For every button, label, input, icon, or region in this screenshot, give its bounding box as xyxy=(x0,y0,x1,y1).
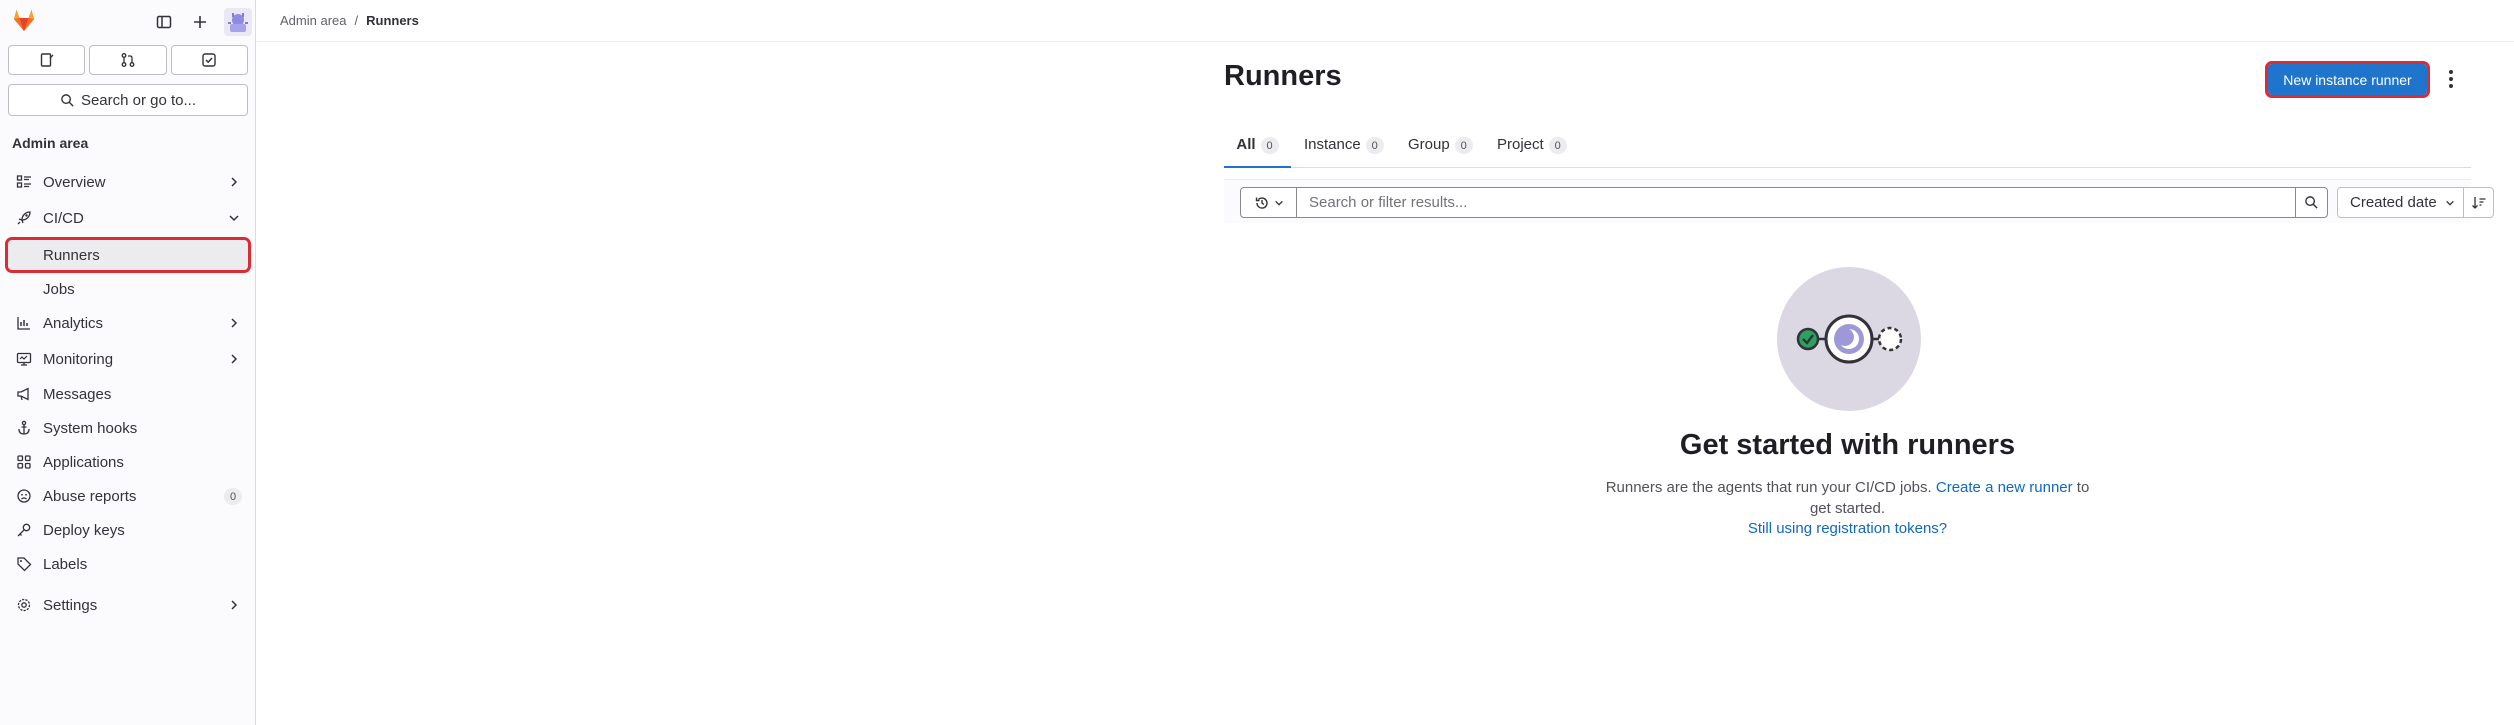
rocket-icon xyxy=(14,210,34,226)
sidebar-item-monitoring[interactable]: Monitoring xyxy=(8,344,248,374)
abuse-reports-count-badge: 0 xyxy=(224,488,242,505)
sidebar-item-label: Messages xyxy=(43,385,112,403)
search-history-button[interactable] xyxy=(1240,187,1297,218)
sidebar-item-analytics[interactable]: Analytics xyxy=(8,308,248,338)
chevron-right-icon xyxy=(228,598,240,615)
tab-label: All xyxy=(1236,136,1256,153)
sidebar-item-system-hooks[interactable]: System hooks xyxy=(8,413,248,443)
sidebar-item-overview[interactable]: Overview xyxy=(8,167,248,197)
empty-state-description: Runners are the agents that run your CI/… xyxy=(1597,477,2098,519)
sidebar-item-label: Jobs xyxy=(43,280,75,298)
sidebar-section-title: Admin area xyxy=(12,135,89,151)
chevron-down-icon xyxy=(228,211,240,228)
sidebar-toggle-icon[interactable] xyxy=(152,10,176,34)
tab-project[interactable]: Project 0 xyxy=(1497,132,1567,168)
issues-icon xyxy=(40,53,54,67)
runners-illustration xyxy=(1777,267,1921,411)
sidebar-item-label: Deploy keys xyxy=(43,521,125,539)
merge-request-icon xyxy=(121,53,135,67)
plus-icon[interactable] xyxy=(188,10,212,34)
tab-label: Project xyxy=(1497,136,1544,153)
avatar[interactable] xyxy=(224,8,252,36)
search-icon xyxy=(2305,196,2318,209)
filter-search-input[interactable]: Search or filter results... xyxy=(1296,187,2296,218)
tab-count: 0 xyxy=(1365,137,1384,154)
gear-icon xyxy=(14,597,34,613)
chevron-right-icon xyxy=(228,352,240,369)
todos-button[interactable] xyxy=(170,45,248,75)
tab-instance[interactable]: Instance 0 xyxy=(1304,132,1384,168)
sidebar-item-deploy-keys[interactable]: Deploy keys xyxy=(8,515,248,545)
sidebar-item-label: Runners xyxy=(43,246,100,264)
issues-button[interactable] xyxy=(8,45,86,75)
empty-state-text-before: Runners are the agents that run your CI/… xyxy=(1605,479,1932,496)
sidebar-header xyxy=(0,0,256,40)
tab-label: Instance xyxy=(1304,136,1361,153)
create-new-runner-link[interactable]: Create a new runner xyxy=(1936,479,2073,496)
sidebar-item-settings[interactable]: Settings xyxy=(8,590,248,620)
sort-select[interactable]: Created date xyxy=(2337,187,2464,218)
tab-count: 0 xyxy=(1260,137,1279,154)
gitlab-logo-icon[interactable] xyxy=(10,6,38,34)
sidebar-item-label: CI/CD xyxy=(43,209,84,227)
sidebar-item-cicd[interactable]: CI/CD xyxy=(8,203,248,233)
chevron-down-icon xyxy=(2445,200,2454,206)
sidebar-item-label: Labels xyxy=(43,555,88,573)
breadcrumb: Admin area / Runners xyxy=(280,13,419,28)
chevron-down-icon xyxy=(1274,200,1283,206)
sidebar-item-label: Overview xyxy=(43,173,106,191)
sort-direction-icon xyxy=(2471,196,2485,209)
sidebar-item-label: System hooks xyxy=(43,419,138,437)
bullhorn-icon xyxy=(14,386,34,402)
sidebar-item-messages[interactable]: Messages xyxy=(8,379,248,409)
sidebar-item-jobs[interactable]: Jobs xyxy=(8,274,248,304)
todo-check-icon xyxy=(202,53,217,67)
chevron-right-icon xyxy=(228,175,240,192)
merge-requests-button[interactable] xyxy=(89,45,167,75)
breadcrumb-separator: / xyxy=(354,13,359,28)
filter-search-button[interactable] xyxy=(2295,187,2328,218)
sidebar-item-runners[interactable]: Runners xyxy=(5,237,251,273)
abuse-icon xyxy=(14,488,34,504)
breadcrumb-admin-area[interactable]: Admin area xyxy=(280,13,346,28)
tab-label: Group xyxy=(1408,136,1450,153)
new-instance-runner-button[interactable]: New instance runner xyxy=(2265,61,2430,98)
topbar: Admin area / Runners xyxy=(257,0,2514,42)
registration-tokens-link[interactable]: Still using registration tokens? xyxy=(1224,520,2471,537)
sidebar-item-label: Applications xyxy=(43,453,124,471)
sidebar-item-label: Monitoring xyxy=(43,350,114,368)
more-actions-icon[interactable] xyxy=(2446,67,2456,91)
filter-bar: Search or filter results... Created date xyxy=(1224,179,2494,223)
search-icon xyxy=(61,93,74,107)
sidebar-item-labels[interactable]: Labels xyxy=(8,549,248,579)
overview-icon xyxy=(14,174,34,190)
sidebar: Search or go to... Admin area Overview C… xyxy=(0,0,256,725)
applications-icon xyxy=(14,454,34,470)
sidebar-item-label: Abuse reports xyxy=(43,487,137,505)
label-icon xyxy=(14,556,34,572)
tab-count: 0 xyxy=(1454,137,1473,154)
tab-count: 0 xyxy=(1548,137,1567,154)
history-icon xyxy=(1255,196,1268,209)
anchor-icon xyxy=(14,420,34,436)
breadcrumb-current[interactable]: Runners xyxy=(366,13,419,28)
sidebar-item-applications[interactable]: Applications xyxy=(8,447,248,477)
sidebar-item-label: Settings xyxy=(43,596,98,614)
runner-tabs: All 0 Instance 0 Group 0 Project 0 xyxy=(1224,132,2471,168)
chart-icon xyxy=(14,315,34,331)
sort-direction-button[interactable] xyxy=(2463,187,2494,218)
search-label: Search or go to... xyxy=(80,91,197,109)
sort-label: Created date xyxy=(2350,194,2437,211)
sidebar-item-label: Analytics xyxy=(43,314,104,332)
tab-group[interactable]: Group 0 xyxy=(1408,132,1473,168)
chevron-right-icon xyxy=(228,316,240,333)
sidebar-item-abuse-reports[interactable]: Abuse reports 0 xyxy=(8,481,248,511)
key-icon xyxy=(14,522,34,538)
tab-all[interactable]: All 0 xyxy=(1224,132,1291,168)
search-button[interactable]: Search or go to... xyxy=(8,84,248,116)
monitor-icon xyxy=(14,351,34,367)
page-title: Runners xyxy=(1224,60,1342,92)
empty-state-title: Get started with runners xyxy=(1679,429,2016,461)
